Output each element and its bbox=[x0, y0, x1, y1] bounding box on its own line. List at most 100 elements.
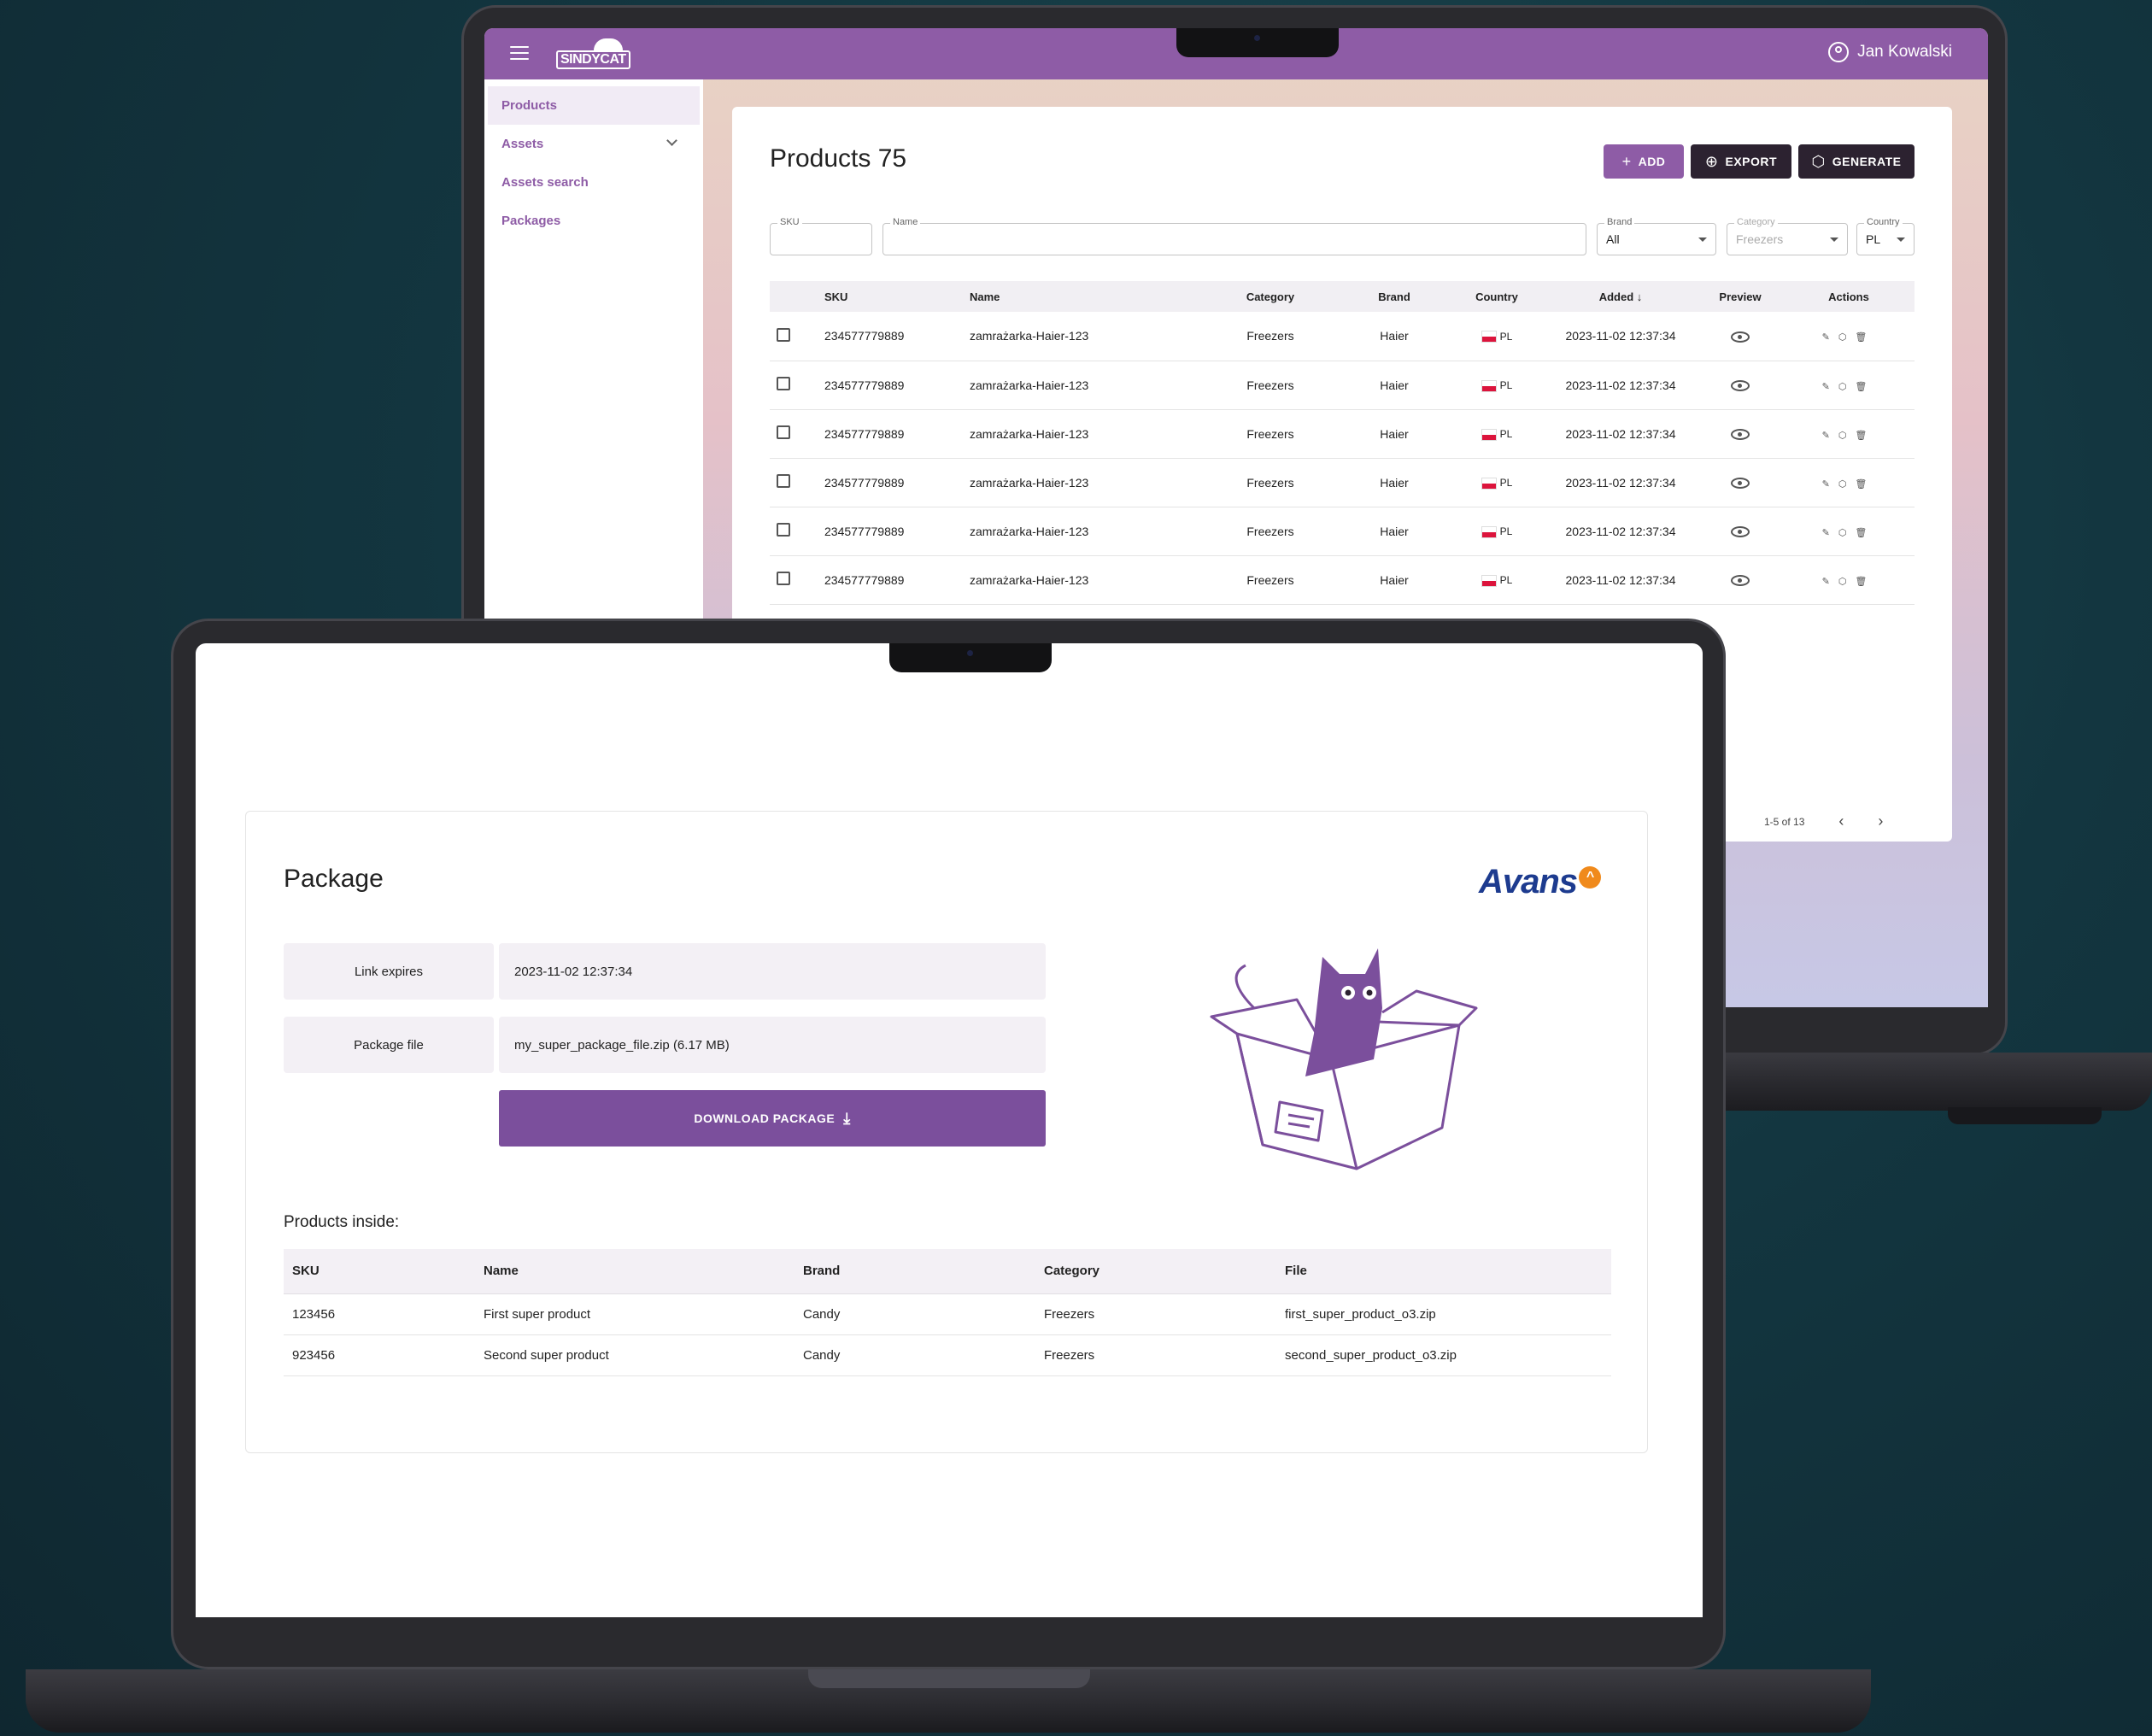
eye-icon[interactable] bbox=[1731, 526, 1750, 538]
sku-cell: 923456 bbox=[284, 1334, 475, 1376]
country-code: PL bbox=[1499, 525, 1513, 538]
chevron-right-icon[interactable]: › bbox=[1878, 812, 1883, 830]
package-icon[interactable]: ⬡ bbox=[1838, 431, 1847, 441]
brand-cell: Haier bbox=[1339, 507, 1450, 556]
poland-flag-icon bbox=[1481, 477, 1497, 490]
row-checkbox[interactable] bbox=[777, 474, 790, 488]
user-menu[interactable]: Jan Kowalski bbox=[1828, 42, 1952, 62]
sku-cell: 234577779889 bbox=[818, 458, 963, 507]
sidebar-item-label: Assets bbox=[501, 137, 544, 151]
name-filter-input[interactable]: Name bbox=[882, 217, 1586, 255]
edit-icon[interactable]: ✎ bbox=[1822, 577, 1830, 587]
trash-icon[interactable]: 🗑 bbox=[1855, 431, 1867, 441]
row-checkbox[interactable] bbox=[777, 425, 790, 439]
edit-icon[interactable]: ✎ bbox=[1822, 431, 1830, 441]
row-checkbox[interactable] bbox=[777, 572, 790, 585]
column-header[interactable]: Brand bbox=[1339, 281, 1450, 312]
eye-icon[interactable] bbox=[1731, 429, 1750, 441]
front-screen: Package Avans ^ Link expires 2023-11-02 … bbox=[196, 643, 1703, 1617]
brand-cell: Candy bbox=[795, 1293, 1035, 1335]
chevron-left-icon[interactable]: ‹ bbox=[1838, 812, 1844, 830]
column-header: SKU bbox=[284, 1249, 475, 1294]
trash-icon[interactable]: 🗑 bbox=[1855, 479, 1867, 490]
sku-filter-label: SKU bbox=[777, 217, 802, 227]
camera-icon bbox=[1254, 35, 1260, 41]
products-inside-table: SKU Name Brand Category File 123456 First… bbox=[284, 1249, 1611, 1376]
edit-icon[interactable]: ✎ bbox=[1822, 479, 1830, 490]
camera-notch bbox=[889, 643, 1052, 672]
trash-icon[interactable]: 🗑 bbox=[1855, 528, 1867, 538]
name-cell: First super product bbox=[475, 1293, 795, 1335]
column-header[interactable]: SKU bbox=[818, 281, 963, 312]
brand-select[interactable]: Brand All bbox=[1597, 217, 1716, 255]
eye-icon[interactable] bbox=[1731, 380, 1750, 392]
menu-icon[interactable] bbox=[510, 44, 529, 62]
package-icon[interactable]: ⬡ bbox=[1838, 479, 1847, 490]
file-cell[interactable]: first_super_product_o3.zip bbox=[1276, 1293, 1611, 1335]
category-cell: Freezers bbox=[1202, 555, 1339, 605]
table-row[interactable]: 234577779889 zamrażarka-Haier-123 Freezers… bbox=[770, 458, 1915, 507]
category-cell: Freezers bbox=[1202, 409, 1339, 459]
trash-icon[interactable]: 🗑 bbox=[1855, 382, 1867, 392]
trash-icon[interactable]: 🗑 bbox=[1855, 577, 1867, 587]
sidebar-item-assets[interactable]: Assets bbox=[484, 125, 703, 163]
globe-icon: ⊕ bbox=[1704, 152, 1719, 170]
sidebar-item-products[interactable]: Products bbox=[488, 86, 700, 125]
package-icon[interactable]: ⬡ bbox=[1838, 332, 1847, 343]
row-checkbox[interactable] bbox=[777, 377, 790, 390]
eye-icon[interactable] bbox=[1731, 331, 1750, 343]
file-cell[interactable]: second_super_product_o3.zip bbox=[1276, 1334, 1611, 1376]
download-package-button[interactable]: DOWNLOAD PACKAGE ⤓ bbox=[499, 1090, 1046, 1147]
link-expires-value: 2023-11-02 12:37:34 bbox=[499, 943, 1046, 1000]
download-button-label: DOWNLOAD PACKAGE bbox=[694, 1111, 836, 1125]
generate-button[interactable]: ⬡ GENERATE bbox=[1798, 144, 1915, 179]
column-header[interactable]: Category bbox=[1202, 281, 1339, 312]
package-icon[interactable]: ⬡ bbox=[1838, 528, 1847, 538]
page-title: Products 75 bbox=[770, 144, 907, 173]
package-file-value: my_super_package_file.zip (6.17 MB) bbox=[499, 1017, 1046, 1073]
table-row[interactable]: 234577779889 zamrażarka-Haier-123 Freezers… bbox=[770, 361, 1915, 410]
eye-icon[interactable] bbox=[1731, 575, 1750, 587]
country-select-value: PL bbox=[1866, 232, 1881, 246]
country-code: PL bbox=[1499, 428, 1513, 441]
country-code: PL bbox=[1499, 477, 1513, 490]
category-cell: Freezers bbox=[1202, 361, 1339, 410]
table-row[interactable]: 234577779889 zamrażarka-Haier-123 Freezers… bbox=[770, 555, 1915, 605]
app-logo-text: SINDYCAT bbox=[556, 50, 630, 69]
sidebar-item-assets-search[interactable]: Assets search bbox=[484, 163, 703, 202]
added-cell: 2023-11-02 12:37:34 bbox=[1544, 361, 1698, 410]
edit-icon[interactable]: ✎ bbox=[1822, 332, 1830, 343]
row-checkbox[interactable] bbox=[777, 523, 790, 537]
table-row[interactable]: 234577779889 zamrażarka-Haier-123 Freezers… bbox=[770, 409, 1915, 459]
table-row[interactable]: 234577779889 zamrażarka-Haier-123 Freezers… bbox=[770, 312, 1915, 361]
category-select[interactable]: Category Freezers bbox=[1727, 217, 1848, 255]
table-row[interactable]: 234577779889 zamrażarka-Haier-123 Freezers… bbox=[770, 507, 1915, 556]
country-select[interactable]: Country PL bbox=[1856, 217, 1915, 255]
sidebar-item-packages[interactable]: Packages bbox=[484, 202, 703, 240]
export-button-label: EXPORT bbox=[1725, 155, 1778, 168]
package-icon[interactable]: ⬡ bbox=[1838, 382, 1847, 392]
app-logo[interactable]: SINDYCAT bbox=[556, 37, 630, 71]
add-button[interactable]: + ADD bbox=[1604, 144, 1684, 179]
trash-icon[interactable]: 🗑 bbox=[1855, 332, 1867, 343]
row-checkbox[interactable] bbox=[777, 327, 790, 342]
table-header-row: SKU Name Category Brand Country Added ↓ … bbox=[770, 281, 1915, 312]
export-button[interactable]: ⊕ EXPORT bbox=[1691, 144, 1791, 179]
country-cell: PL bbox=[1450, 555, 1544, 605]
actions-cell: ✎ ⬡ 🗑 bbox=[1783, 458, 1915, 507]
sku-filter-input[interactable]: SKU bbox=[770, 217, 872, 255]
column-header: Actions bbox=[1783, 281, 1915, 312]
column-header-added[interactable]: Added ↓ bbox=[1544, 281, 1698, 312]
eye-icon[interactable] bbox=[1731, 478, 1750, 490]
column-header[interactable]: Country bbox=[1450, 281, 1544, 312]
camera-icon bbox=[967, 650, 973, 656]
edit-icon[interactable]: ✎ bbox=[1822, 528, 1830, 538]
country-code: PL bbox=[1499, 331, 1513, 343]
brand-select-value: All bbox=[1606, 232, 1620, 246]
package-icon[interactable]: ⬡ bbox=[1838, 577, 1847, 587]
preview-cell bbox=[1698, 555, 1783, 605]
edit-icon[interactable]: ✎ bbox=[1822, 382, 1830, 392]
actions-cell: ✎ ⬡ 🗑 bbox=[1783, 555, 1915, 605]
column-header[interactable]: Name bbox=[963, 281, 1202, 312]
poland-flag-icon bbox=[1481, 331, 1497, 343]
